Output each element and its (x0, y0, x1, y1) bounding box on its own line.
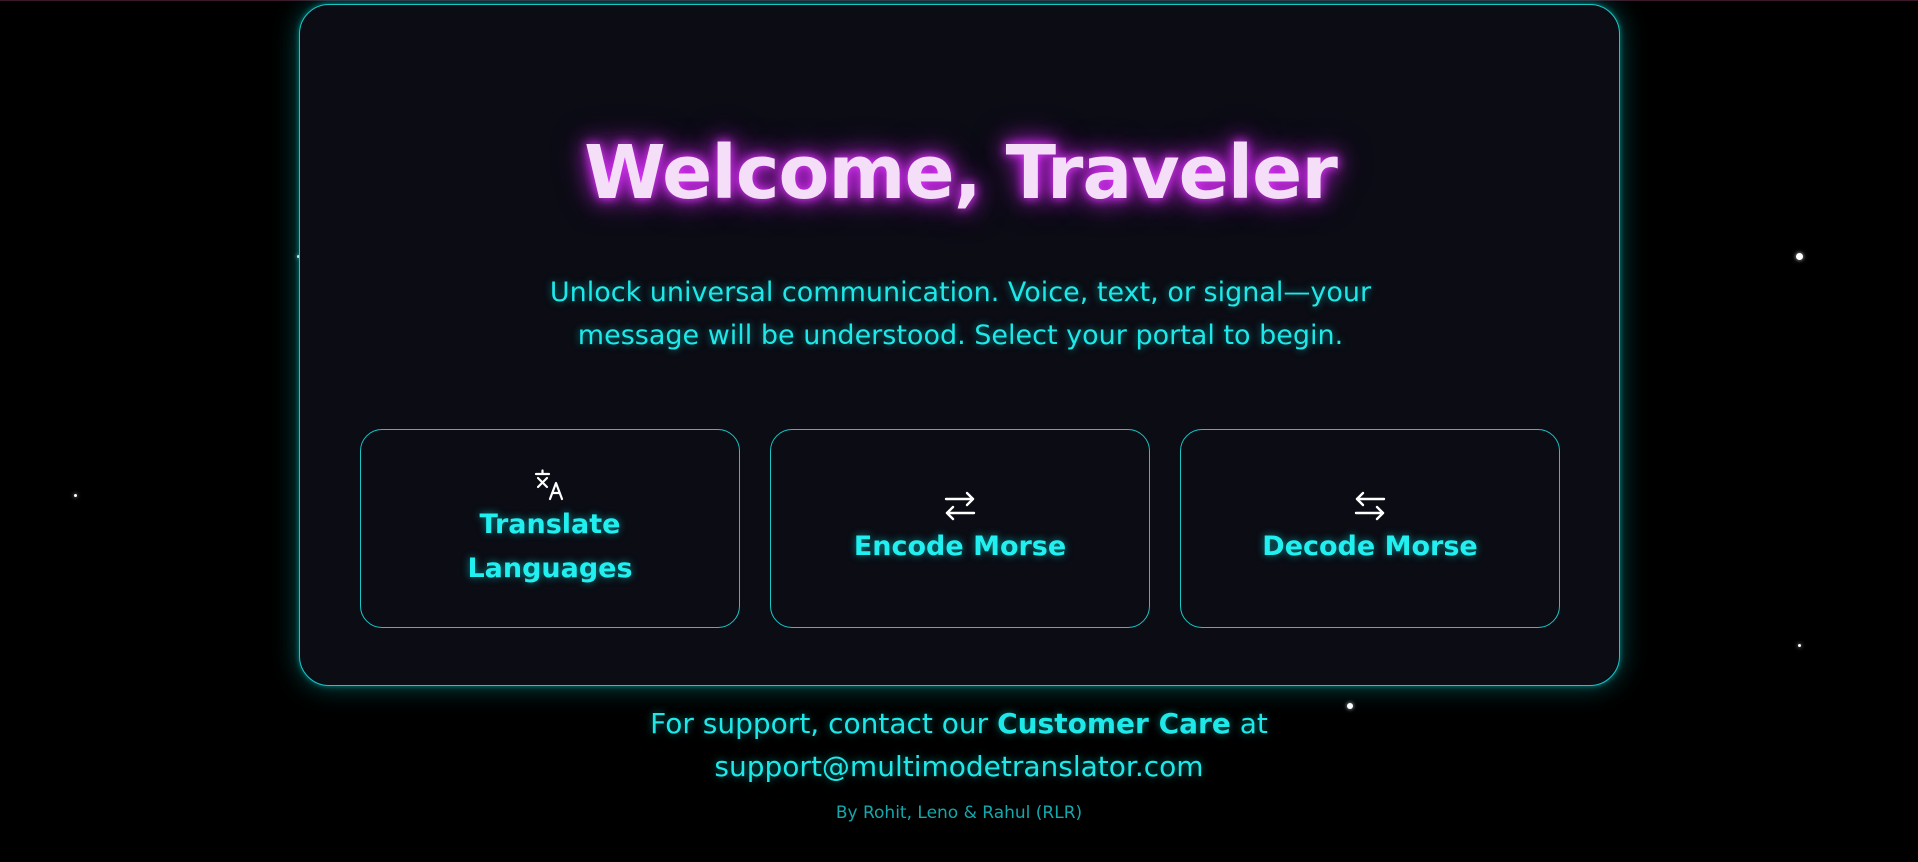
star (1796, 253, 1803, 260)
support-prefix: For support, contact our (650, 707, 989, 740)
star (1798, 644, 1801, 647)
translate-languages-label: Translate Languages (467, 508, 633, 584)
top-divider (0, 0, 1918, 1)
support-email: support@multimodetranslator.com (714, 750, 1204, 783)
encode-morse-label: Encode Morse (853, 530, 1067, 562)
page-title: Welcome, Traveler (584, 130, 1338, 216)
star (74, 494, 77, 497)
swap-arrows-icon (944, 491, 976, 520)
support-suffix: at (1239, 707, 1268, 740)
intro-text: Unlock universal communication. Voice, t… (549, 277, 1372, 351)
decode-morse-button[interactable]: Decode Morse (1180, 429, 1560, 628)
translate-languages-button[interactable]: Translate Languages (360, 429, 740, 628)
credits: By Rohit, Leno & Rahul (RLR) (835, 803, 1083, 823)
encode-morse-button[interactable]: Encode Morse (770, 429, 1150, 628)
swap-arrows-icon (1354, 491, 1386, 520)
translate-icon (534, 468, 564, 500)
support-text: For support, contact our Customer Care a… (559, 702, 1359, 788)
page: Welcome, Traveler Unlock universal commu… (0, 0, 1918, 862)
welcome-panel: Welcome, Traveler Unlock universal commu… (299, 4, 1620, 686)
customer-care-label: Customer Care (997, 707, 1231, 740)
decode-morse-label: Decode Morse (1262, 530, 1478, 562)
